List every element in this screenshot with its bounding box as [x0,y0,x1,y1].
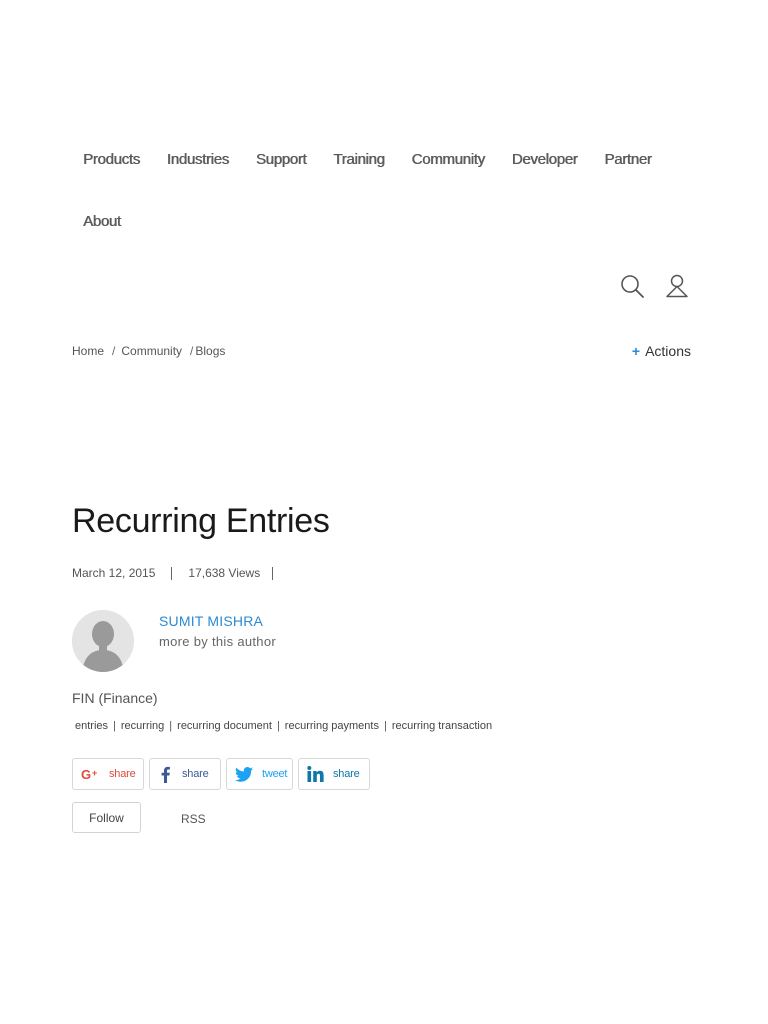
actions-label: Actions [645,343,691,359]
tag-separator: | [169,720,173,732]
nav-item-community[interactable]: Community [401,150,497,170]
post-category[interactable]: FIN (Finance) [72,690,158,706]
breadcrumb-blogs[interactable]: Blogs [195,344,225,358]
page: Products Industries Support Training Com… [0,0,768,1024]
post-views: 17,638 Views [188,566,261,580]
follow-button[interactable]: Follow [72,802,141,833]
svg-text:G: G [81,767,91,781]
share-linkedin-button[interactable]: share [298,758,370,790]
facebook-icon [161,766,170,783]
more-by-author-link[interactable]: more by this author [159,634,276,649]
share-row: G + share share tweet share [72,758,375,790]
nav-item-training[interactable]: Training [322,150,396,170]
page-title: Recurring Entries [72,502,330,540]
tag-item[interactable]: recurring document [177,720,272,732]
google-plus-icon: G + [81,767,101,781]
avatar[interactable] [72,610,134,672]
rss-link[interactable]: RSS [181,812,206,826]
meta-divider [171,566,173,580]
tag-list: entries | recurring | recurring document… [75,720,492,732]
author-name-link[interactable]: SUMIT MISHRA [159,613,263,629]
user-icon[interactable] [663,272,691,300]
tag-separator: | [113,720,116,732]
share-label: share [182,768,209,780]
breadcrumb-home[interactable]: Home [72,344,104,358]
nav-item-partner[interactable]: Partner [593,150,663,170]
meta-divider [272,566,274,580]
breadcrumb-separator: / [190,344,194,358]
share-label: share [333,768,360,780]
tag-item[interactable]: recurring payments [285,720,379,732]
nav-item-about[interactable]: About [72,212,133,232]
share-google-plus-button[interactable]: G + share [72,758,144,790]
share-label: tweet [262,768,288,780]
breadcrumb-community[interactable]: Community [121,344,182,358]
nav-item-industries[interactable]: Industries [156,150,241,170]
tag-item[interactable]: entries [75,720,108,732]
tag-item[interactable]: recurring transaction [392,720,492,732]
twitter-icon [235,766,253,782]
linkedin-icon [307,766,324,782]
main-nav: Products Industries Support Training Com… [72,150,672,232]
post-meta: March 12, 2015 17,638 Views [72,566,289,580]
tag-separator: | [383,720,387,732]
nav-item-support[interactable]: Support [245,150,318,170]
tag-item[interactable]: recurring [121,720,164,732]
nav-item-developer[interactable]: Developer [501,150,590,170]
share-label: share [109,768,136,780]
breadcrumb: Home / Community / Blogs [72,344,225,358]
tag-separator: | [276,720,280,732]
actions-button[interactable]: + Actions [632,343,691,359]
share-twitter-button[interactable]: tweet [226,758,293,790]
svg-text:+: + [92,768,97,778]
plus-icon: + [631,343,641,359]
post-date: March 12, 2015 [72,566,156,580]
search-icon[interactable] [618,272,646,300]
breadcrumb-separator: / [112,344,116,358]
nav-item-products[interactable]: Products [72,150,152,170]
share-facebook-button[interactable]: share [149,758,221,790]
